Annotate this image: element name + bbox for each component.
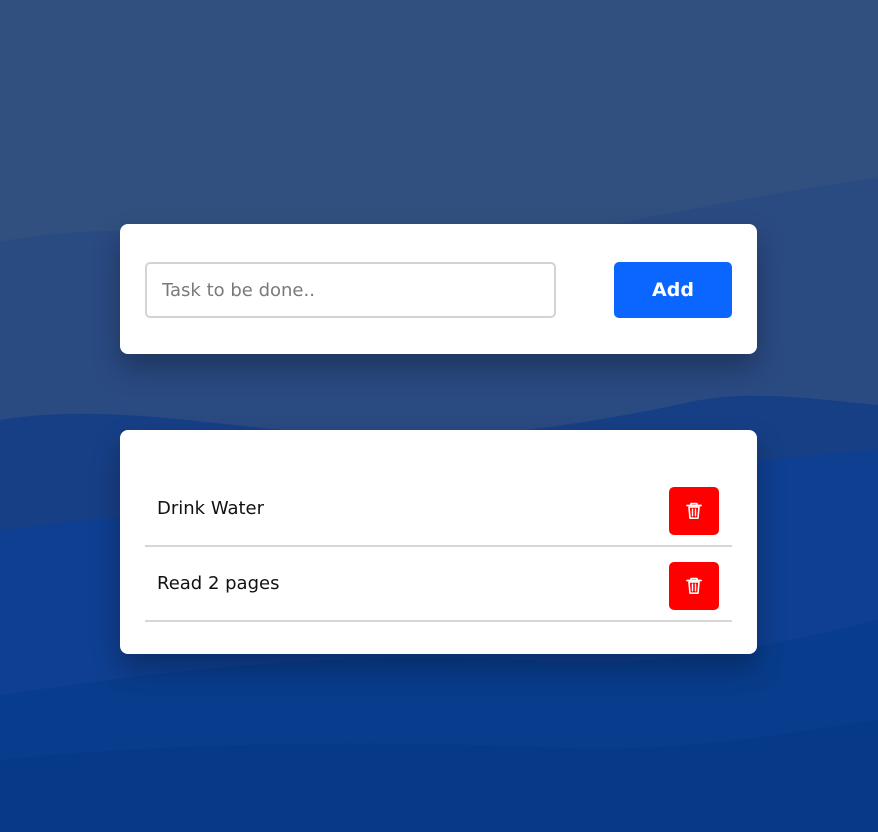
trash-icon	[686, 502, 702, 519]
delete-task-button[interactable]	[669, 562, 719, 610]
task-item-drink-water: Drink Water	[145, 472, 732, 547]
task-list: Drink Water Read 2 pages	[145, 472, 732, 622]
task-input[interactable]	[145, 262, 556, 318]
delete-task-button[interactable]	[669, 487, 719, 535]
task-entry-card: Add	[120, 224, 757, 354]
wave-background	[0, 0, 878, 832]
trash-icon	[686, 577, 702, 594]
task-item-read-pages: Read 2 pages	[145, 547, 732, 622]
task-label: Read 2 pages	[157, 573, 280, 594]
task-label: Drink Water	[157, 498, 265, 519]
add-task-button[interactable]: Add	[614, 262, 732, 318]
task-list-card: Drink Water Read 2 pages	[120, 430, 757, 654]
page-background: Add Drink Water Read 2 pages	[0, 0, 878, 832]
